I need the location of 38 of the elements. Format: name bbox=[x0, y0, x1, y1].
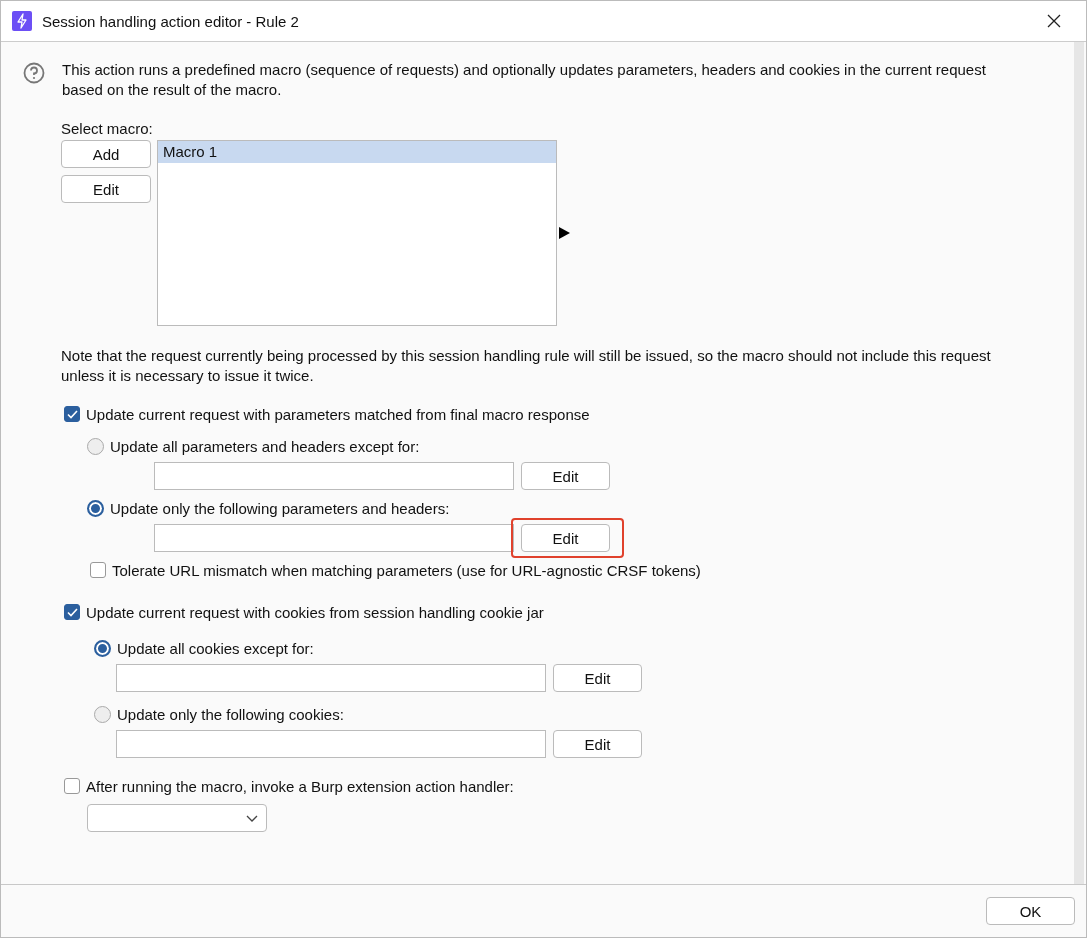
note-text: Note that the request currently being processed by this session handling rule will still be issued, so the macro should not include this request unless it is necessary to issue it twice. bbox=[61, 346, 992, 386]
radio-label: Update all cookies except for: bbox=[117, 639, 314, 657]
checkbox[interactable] bbox=[64, 604, 80, 620]
checkbox[interactable] bbox=[64, 778, 80, 794]
radio-label: Update only the following cookies: bbox=[117, 705, 344, 723]
chevron-down-icon bbox=[246, 814, 258, 822]
radio-label: Update only the following parameters and headers: bbox=[110, 499, 450, 517]
edit-button[interactable]: Edit bbox=[553, 730, 642, 758]
dropdown[interactable] bbox=[87, 804, 267, 832]
edit-button[interactable]: Edit bbox=[521, 524, 610, 552]
description-text: This action runs a predefined macro (sequence of requests) and optionally updates parameters, headers and cookies in the current request based on the result of the macro. bbox=[62, 60, 987, 100]
checkbox-label: Tolerate URL mismatch when matching parameters (use for URL-agnostic CRSF tokens) bbox=[112, 561, 701, 579]
radio-button[interactable] bbox=[87, 499, 104, 517]
input-field[interactable] bbox=[154, 462, 514, 490]
checkbox-label: After running the macro, invoke a Burp extension action handler: bbox=[86, 777, 514, 795]
checkbox-label: Update current request with cookies from session handling cookie jar bbox=[86, 603, 544, 621]
edit-button[interactable]: Edit bbox=[521, 462, 610, 490]
lightning-icon bbox=[12, 11, 32, 31]
radio-button[interactable] bbox=[87, 437, 104, 455]
help-icon[interactable] bbox=[23, 62, 45, 84]
input-field[interactable] bbox=[116, 664, 546, 692]
macro-button[interactable]: Edit bbox=[61, 175, 151, 203]
close-icon[interactable] bbox=[1047, 14, 1061, 28]
macro-list-item[interactable]: Macro 1 bbox=[158, 141, 556, 163]
radio-button[interactable] bbox=[94, 639, 111, 657]
select-macro-label: Select macro: bbox=[61, 120, 154, 139]
window-title: Session handling action editor - Rule 2 bbox=[42, 12, 300, 30]
pointer-icon bbox=[559, 227, 570, 239]
checkbox[interactable] bbox=[90, 562, 106, 578]
edit-button[interactable]: Edit bbox=[553, 664, 642, 692]
input-field[interactable] bbox=[116, 730, 546, 758]
checkbox[interactable] bbox=[64, 406, 80, 422]
checkbox-label: Update current request with parameters matched from final macro response bbox=[86, 405, 590, 423]
input-field[interactable] bbox=[154, 524, 514, 552]
ok-button[interactable]: OK bbox=[986, 897, 1075, 925]
macro-button[interactable]: Add bbox=[61, 140, 151, 168]
radio-button[interactable] bbox=[94, 705, 111, 723]
radio-label: Update all parameters and headers except for: bbox=[110, 437, 420, 455]
